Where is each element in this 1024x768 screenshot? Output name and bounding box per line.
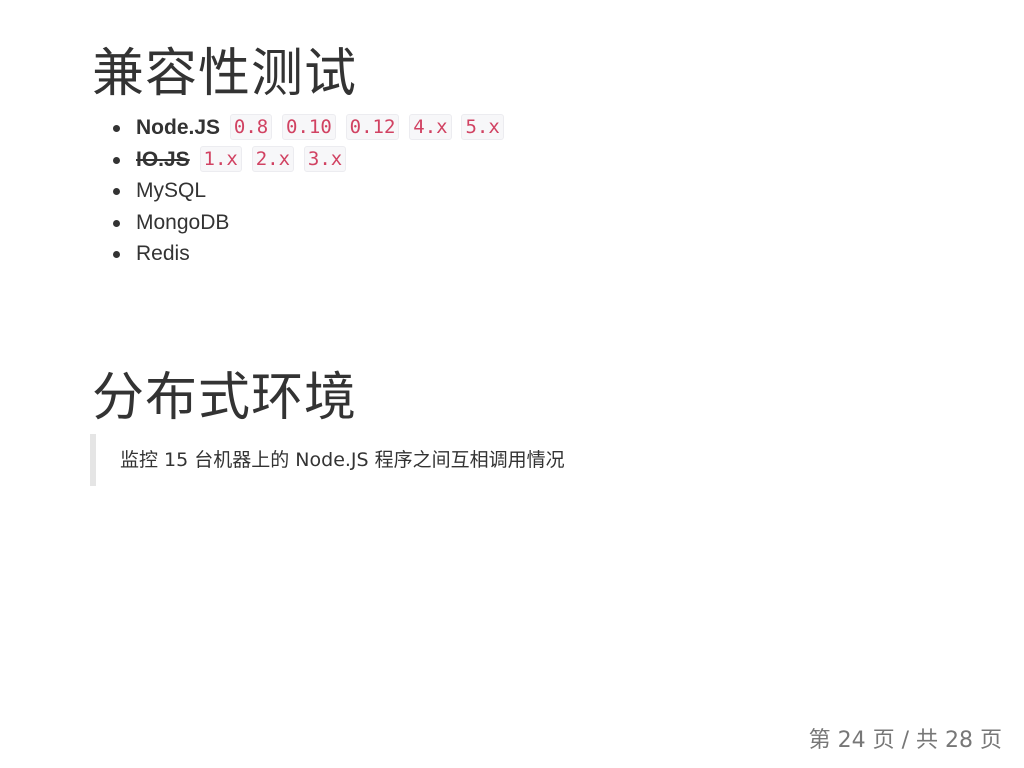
version-tag: 0.8 — [229, 114, 273, 140]
slide: 兼容性测试 Node.JS 0.8 0.10 0.12 4.x 5.x IO.J… — [0, 0, 1024, 768]
list-item-mysql: MySQL — [92, 175, 504, 207]
page-counter: 第 24 页 / 共 28 页 — [808, 728, 1002, 753]
list-item-redis: Redis — [92, 238, 504, 270]
quote-text: 监控 15 台机器上的 Node.JS 程序之间互相调用情况 — [120, 449, 565, 471]
section-title-distributed: 分布式环境 — [92, 368, 358, 428]
list-item-label: IO.JS — [136, 147, 190, 171]
version-tag: 1.x — [199, 145, 242, 172]
version-tag: 5.x — [461, 114, 504, 140]
list-item-label: MySQL — [136, 179, 207, 202]
quote-block: 监控 15 台机器上的 Node.JS 程序之间互相调用情况 — [90, 434, 990, 486]
list-item-nodejs: Node.JS 0.8 0.10 0.12 4.x 5.x — [92, 112, 504, 144]
version-tag: 0.10 — [282, 114, 336, 140]
section-title-compatibility: 兼容性测试 — [92, 44, 358, 104]
list-item-mongodb: MongoDB — [92, 207, 504, 239]
list-item-iojs: IO.JS 1.x 2.x 3.x — [92, 144, 504, 176]
version-tag: 3.x — [303, 145, 347, 172]
version-tag: 4.x — [409, 114, 452, 140]
list-item-label: Node.JS — [136, 116, 221, 139]
version-tag: 0.12 — [345, 114, 400, 140]
version-tag: 2.x — [251, 145, 295, 172]
list-item-label: Redis — [136, 242, 190, 265]
list-item-label: MongoDB — [136, 210, 230, 234]
compatibility-list: Node.JS 0.8 0.10 0.12 4.x 5.x IO.JS 1.x … — [92, 112, 504, 270]
